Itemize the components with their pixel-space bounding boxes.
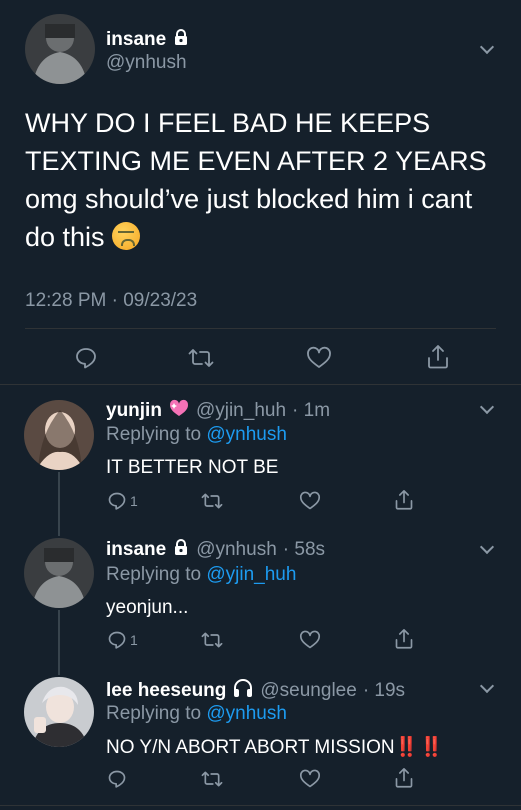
display-name[interactable]: insane xyxy=(106,539,166,561)
share-button[interactable] xyxy=(394,489,414,511)
reply-time[interactable]: · 58s xyxy=(283,539,325,561)
share-icon xyxy=(395,628,413,649)
avatar[interactable] xyxy=(24,538,94,608)
display-name[interactable]: yunjin xyxy=(106,400,162,422)
lock-icon xyxy=(172,28,190,51)
share-icon xyxy=(395,490,413,510)
mention-link[interactable]: @yjin_huh xyxy=(206,564,296,585)
double-exclamation-emoji: ‼️ ‼️ xyxy=(394,737,444,758)
retweet-button[interactable] xyxy=(188,346,214,370)
mention-link[interactable]: @ynhush xyxy=(206,424,287,445)
thread-line xyxy=(58,610,60,667)
retweet-icon xyxy=(201,632,223,648)
share-icon xyxy=(428,345,448,369)
chevron-down-icon[interactable] xyxy=(479,539,495,555)
replying-to: Replying to @yjin_huh xyxy=(106,564,297,585)
reply-tweet: insane @ynhush · 58s Replying to @yjin_h… xyxy=(0,528,521,667)
share-button[interactable] xyxy=(394,767,414,789)
retweet-button[interactable] xyxy=(201,769,223,789)
heart-icon xyxy=(299,769,321,788)
reply-icon xyxy=(108,492,126,510)
handle[interactable]: @ynhush xyxy=(106,52,187,74)
retweet-icon xyxy=(201,493,223,509)
chevron-down-icon[interactable] xyxy=(479,678,495,694)
tweet-body: WHY DO I FEEL BAD HE KEEPS TEXTING ME EV… xyxy=(25,108,487,252)
avatar[interactable] xyxy=(25,14,95,84)
thread-line xyxy=(58,667,60,675)
reply-icon xyxy=(108,631,126,649)
headphones-icon xyxy=(232,677,254,705)
reply-count: 1 xyxy=(130,493,138,509)
handle[interactable]: @seunglee xyxy=(260,680,356,702)
confounded-face-emoji xyxy=(112,222,141,250)
reply-tweet: lee heeseung @seunglee · 19s Replying to… xyxy=(0,667,521,810)
reply-button[interactable]: 1 xyxy=(107,491,138,511)
main-tweet: insane @ynhush WHY DO I FEEL BAD HE KEEP… xyxy=(0,0,521,385)
retweet-icon xyxy=(188,349,214,367)
reply-text: yeonjun... xyxy=(106,597,189,618)
divider xyxy=(25,328,496,329)
like-button[interactable] xyxy=(299,491,321,511)
avatar[interactable] xyxy=(24,400,94,470)
retweet-button[interactable] xyxy=(201,491,223,511)
chevron-down-icon[interactable] xyxy=(479,39,495,55)
like-button[interactable] xyxy=(299,630,321,650)
replying-to: Replying to @ynhush xyxy=(106,703,287,724)
reply-time[interactable]: · 1m xyxy=(292,400,330,422)
display-name[interactable]: lee heeseung xyxy=(106,680,226,702)
avatar[interactable] xyxy=(24,677,94,747)
retweet-button[interactable] xyxy=(201,630,223,650)
lock-icon xyxy=(172,538,190,562)
chevron-down-icon[interactable] xyxy=(479,399,495,415)
handle[interactable]: @ynhush xyxy=(196,539,277,561)
share-button[interactable] xyxy=(394,628,414,650)
reply-button[interactable]: 1 xyxy=(107,630,138,650)
display-name[interactable]: insane xyxy=(106,29,166,51)
handle[interactable]: @yjin_huh xyxy=(196,400,286,422)
heart-icon xyxy=(299,630,321,649)
mention-link[interactable]: @ynhush xyxy=(206,703,287,724)
reply-button[interactable] xyxy=(107,769,130,789)
divider xyxy=(0,805,521,806)
heart-icon xyxy=(307,346,331,368)
reply-text: NO Y/N ABORT ABORT MISSION‼️ ‼️ xyxy=(106,737,444,758)
reply-count: 1 xyxy=(130,632,138,648)
reply-tweet: yunjin @yjin_huh · 1m Replying to @ynhus… xyxy=(0,386,521,528)
reply-time[interactable]: · 19s xyxy=(363,680,405,702)
replying-to: Replying to @ynhush xyxy=(106,424,287,445)
tweet-timestamp[interactable]: 12:28 PM · 09/23/23 xyxy=(25,290,197,312)
reply-text: IT BETTER NOT BE xyxy=(106,457,279,478)
reply-button[interactable] xyxy=(74,346,98,370)
retweet-icon xyxy=(201,771,223,787)
heart-icon xyxy=(299,491,321,510)
like-button[interactable] xyxy=(299,769,321,789)
share-button[interactable] xyxy=(426,344,450,370)
sparkling-heart-icon xyxy=(168,398,190,424)
like-button[interactable] xyxy=(306,346,332,370)
reply-icon xyxy=(76,348,96,369)
share-icon xyxy=(395,767,413,788)
thread-line xyxy=(58,528,60,536)
thread-line xyxy=(58,472,60,528)
reply-icon xyxy=(108,770,126,788)
